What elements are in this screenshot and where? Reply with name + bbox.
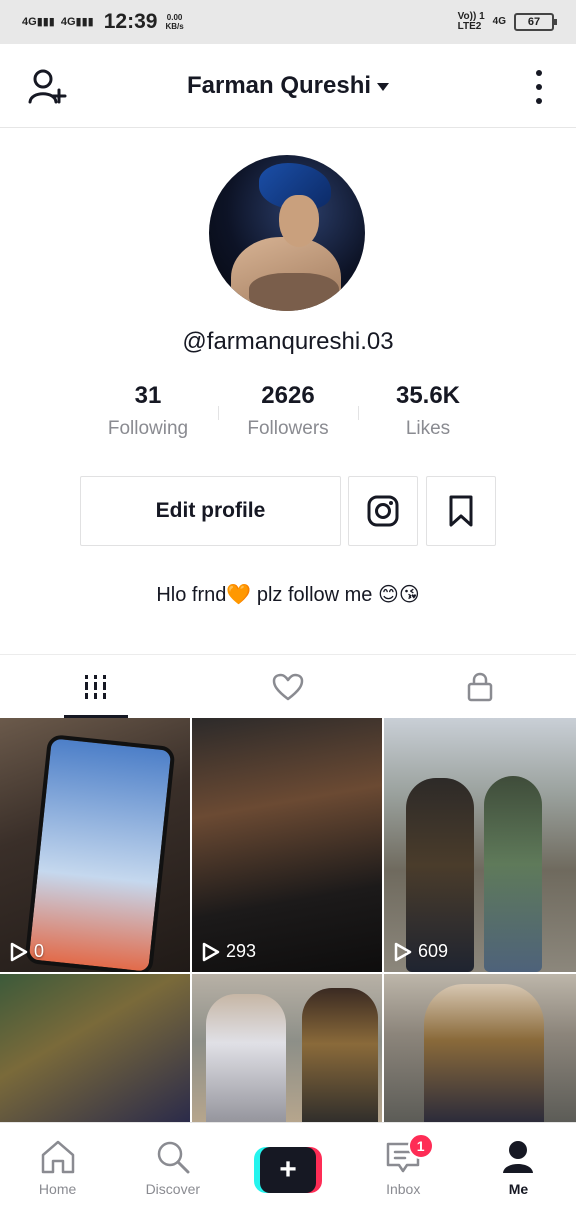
account-switcher[interactable]: Farman Qureshi (186, 71, 390, 100)
network-type-left-2: 4G (60, 15, 76, 28)
username: @farmanqureshi.03 (182, 328, 394, 355)
play-icon (202, 942, 220, 961)
avatar[interactable] (209, 155, 365, 311)
status-right: Vo)) 1 LTE2 4G 67 (458, 12, 557, 32)
tab-liked[interactable] (192, 655, 384, 718)
plus-icon: + (260, 1147, 316, 1193)
favorites-button[interactable] (426, 476, 496, 546)
stat-label: Likes (405, 418, 451, 439)
view-count: 0 (10, 941, 44, 962)
nav-label: Discover (145, 1181, 201, 1197)
heart-icon (272, 673, 304, 700)
tab-videos[interactable] (0, 655, 192, 718)
video-thumbnail[interactable] (384, 974, 576, 1122)
bookmark-icon (449, 495, 473, 527)
add-user-icon[interactable] (28, 68, 68, 106)
instagram-icon (367, 495, 399, 527)
grid-icon (85, 674, 106, 699)
play-icon (394, 942, 412, 961)
view-count-value: 0 (34, 941, 45, 961)
nav-me[interactable]: Me (461, 1123, 576, 1216)
video-grid: 0 293 609 (0, 718, 576, 1122)
video-thumbnail[interactable] (0, 974, 190, 1122)
nav-home[interactable]: Home (0, 1123, 115, 1216)
nav-inbox[interactable]: 1 Inbox (346, 1123, 461, 1216)
nav-create[interactable]: + (230, 1123, 345, 1216)
network-type-left: 4G (22, 15, 37, 28)
me-icon (503, 1141, 534, 1173)
edit-profile-button[interactable]: Edit profile (80, 476, 341, 546)
nav-label: Home (38, 1181, 77, 1197)
profile-header: Farman Qureshi (0, 44, 576, 128)
clock: 12:39 (103, 10, 158, 33)
more-vertical-icon[interactable] (534, 70, 544, 104)
caret-down-icon (377, 82, 390, 91)
stat-value: 35.6K (395, 382, 461, 409)
speed-value: 0.00 (166, 13, 183, 22)
search-icon (157, 1141, 190, 1174)
nav-discover[interactable]: Discover (115, 1123, 230, 1216)
speed-unit: KB/s (165, 22, 184, 31)
create-button[interactable]: + (254, 1147, 322, 1193)
nav-label: Me (508, 1181, 529, 1197)
tab-private[interactable] (384, 655, 576, 718)
bottom-nav: Home Discover + 1 Inbox Me (0, 1122, 576, 1216)
volte-indicator: Vo)) 1 LTE2 (458, 12, 485, 32)
view-count: 609 (394, 941, 448, 962)
inbox-badge: 1 (407, 1133, 434, 1159)
instagram-button[interactable] (348, 476, 418, 546)
signal-indicator-2: 4G▮▮▮ (60, 15, 94, 28)
video-thumbnail[interactable]: 293 (192, 718, 382, 972)
status-bar: 4G▮▮▮ 4G▮▮▮ 12:39 0.00 KB/s Vo)) 1 LTE2 … (0, 0, 576, 44)
bio-text: Hlo frnd🧡 plz follow me 😊😘 (156, 584, 420, 606)
lock-icon (467, 672, 493, 701)
lte-label: LTE2 (457, 21, 482, 32)
video-thumbnail[interactable]: 0 (0, 718, 190, 972)
play-icon (10, 942, 28, 961)
signal-indicator: 4G▮▮▮ (22, 15, 55, 28)
profile-stats: 31 Following 2626 Followers 35.6K Likes (78, 382, 498, 440)
home-icon (41, 1140, 74, 1174)
network-type-right: 4G (492, 16, 506, 27)
content-tabs (0, 654, 576, 718)
nav-label: Inbox (386, 1181, 421, 1197)
view-count-value: 293 (226, 941, 257, 961)
network-speed: 0.00 KB/s (165, 13, 183, 31)
view-count-value: 609 (418, 941, 449, 961)
view-count: 293 (202, 941, 256, 962)
stat-likes[interactable]: 35.6K Likes (358, 382, 498, 440)
stat-followers[interactable]: 2626 Followers (218, 382, 358, 440)
stat-label: Following (107, 418, 189, 439)
page-title: Farman Qureshi (186, 71, 372, 99)
stat-following[interactable]: 31 Following (78, 382, 218, 440)
stat-value: 31 (134, 382, 162, 409)
stat-value: 2626 (261, 382, 315, 409)
battery-icon: 67 (514, 13, 557, 31)
stat-label: Followers (247, 418, 329, 439)
video-thumbnail[interactable]: 609 (384, 718, 576, 972)
battery-level: 67 (527, 16, 541, 28)
video-thumbnail[interactable] (192, 974, 382, 1122)
